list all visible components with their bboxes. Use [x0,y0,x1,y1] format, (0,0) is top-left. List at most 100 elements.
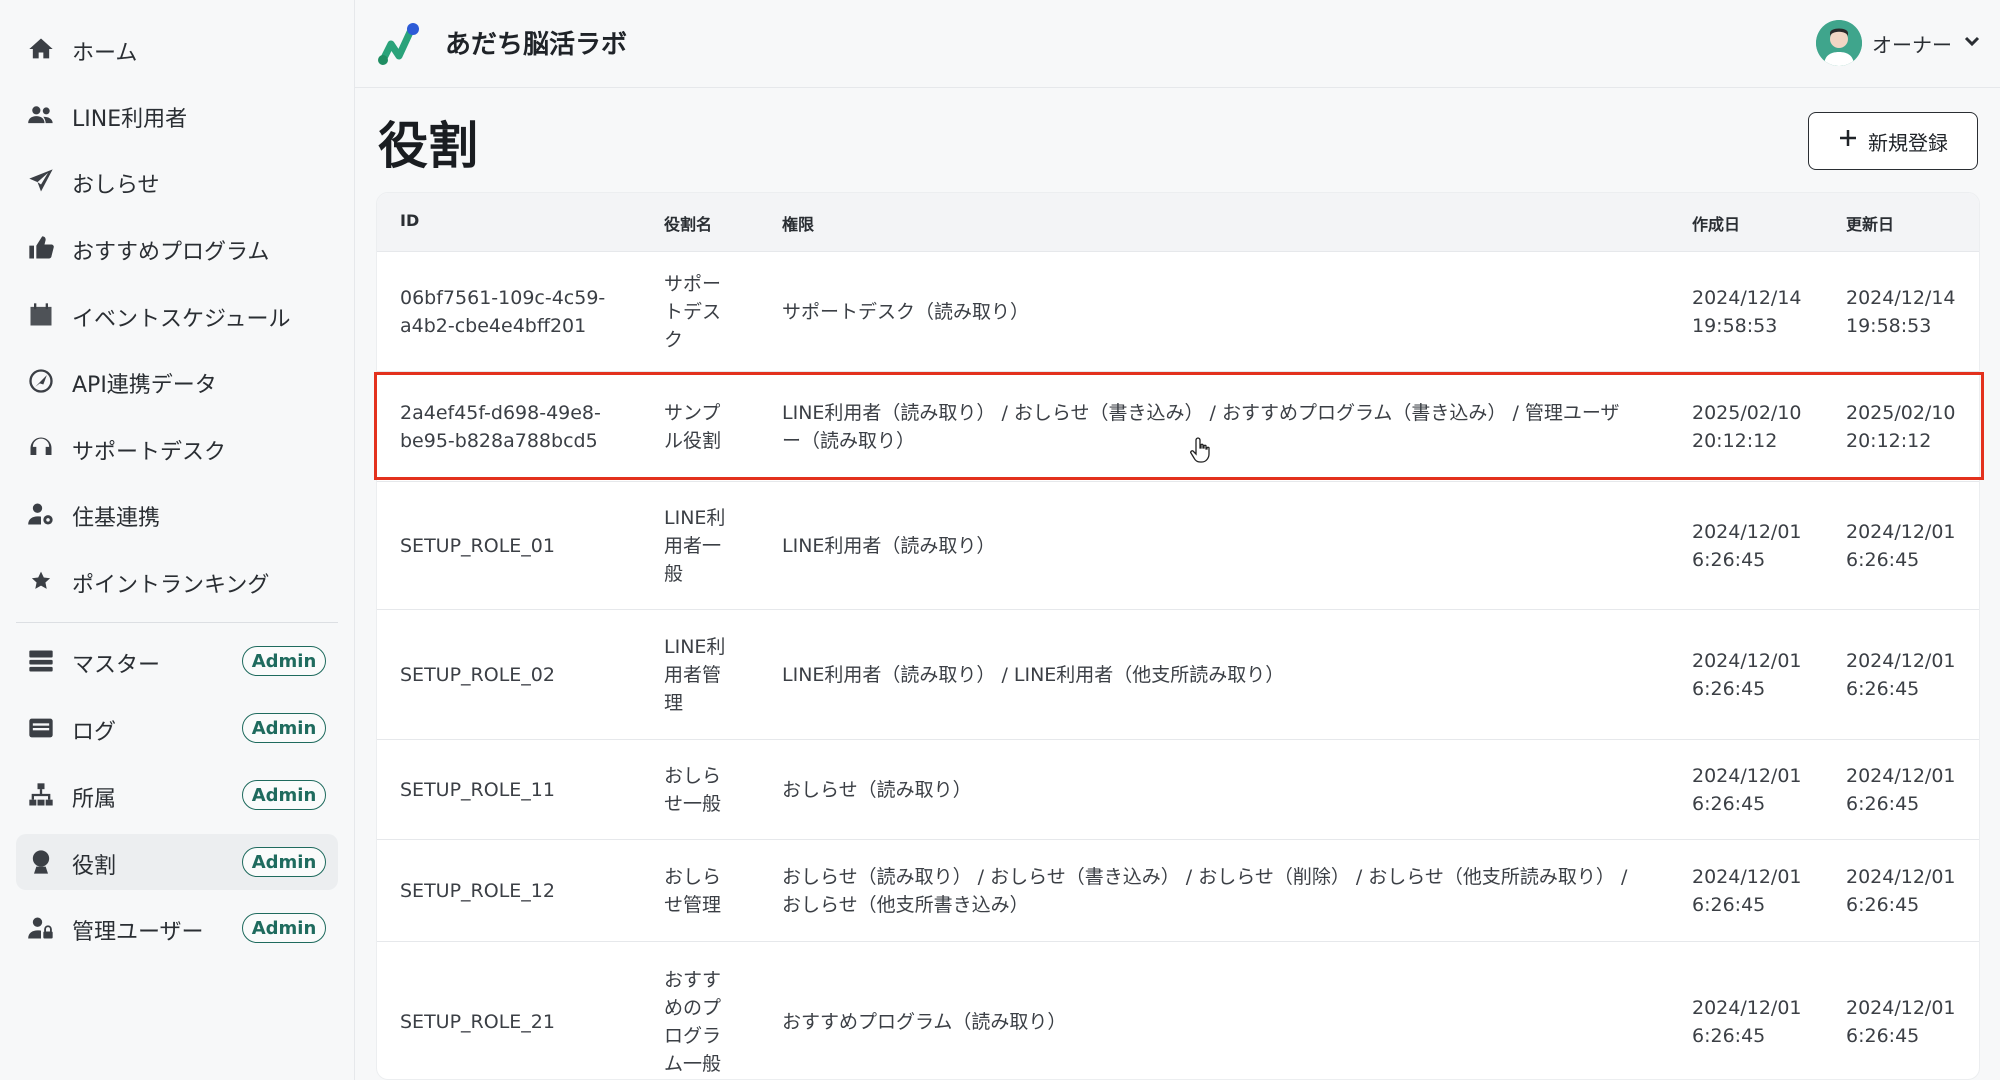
admin-badge: Admin [242,847,326,877]
sidebar-item-roles[interactable]: 役割 Admin [16,834,338,890]
cell-updated-text: 2025/02/10 20:12:12 [1846,402,1956,452]
cell-permissions-text: LINE利用者（読み取り） / LINE利用者（他支所読み取り） [782,664,1285,686]
sidebar-item-resident-link[interactable]: 住基連携 [16,486,338,542]
api-icon [26,366,56,396]
sidebar-item-label: イベントスケジュール [72,307,291,332]
cell-role-name: おすす めのプ ログラ ム一般 [664,942,764,1079]
sidebar-item-affiliation[interactable]: 所属 Admin [16,767,338,823]
admin-badge: Admin [242,913,326,943]
database-icon [26,646,56,676]
cell-updated-text: 2024/12/01 6:26:45 [1846,650,1956,700]
cell-created: 2024/12/14 19:58:53 [1692,252,1832,372]
cell-created-text: 2024/12/14 19:58:53 [1692,287,1802,337]
sidebar-item-label: ログ [72,720,117,745]
avatar [1816,20,1862,66]
cell-role-name-text: サンプ ル役割 [664,402,722,452]
cell-created: 2024/12/01 6:26:45 [1692,610,1832,740]
cell-created: 2024/12/01 6:26:45 [1692,740,1832,840]
cell-role-name-text: おすす めのプ ログラ ム一般 [664,969,722,1075]
cell-role-name: おしら せ管理 [664,840,764,942]
star-icon [26,566,56,596]
cell-permissions: おしらせ（読み取り） / おしらせ（書き込み） / おしらせ（削除） / おしら… [782,840,1662,942]
cell-role-name: LINE利 用者一 般 [664,482,764,610]
cell-updated-text: 2024/12/01 6:26:45 [1846,521,1956,571]
cell-created-text: 2024/12/01 6:26:45 [1692,997,1802,1047]
cell-updated-text: 2024/12/01 6:26:45 [1846,765,1956,815]
admin-badge: Admin [242,780,326,810]
plus-icon [1838,128,1858,154]
cell-id: 2a4ef45f-d698-49e8- be95-b828a788bcd5 [400,372,640,482]
table-row[interactable]: SETUP_ROLE_11 おしら せ一般 おしらせ（読み取り） 2024/12/01… [377,739,1979,839]
cell-created-text: 2024/12/01 6:26:45 [1692,521,1802,571]
sidebar-item-admin-users[interactable]: 管理ユーザー Admin [16,900,338,956]
table-header: ID 役割名 権限 作成日 更新日 [377,193,1979,251]
app-logo[interactable] [375,20,423,68]
cell-id-text: SETUP_ROLE_02 [400,664,555,686]
cell-id: SETUP_ROLE_11 [400,740,640,840]
column-header-id[interactable]: ID [400,211,419,230]
sidebar-item-label: 管理ユーザー [72,920,204,945]
cell-id: 06bf7561-109c-4c59- a4b2-cbe4e4bff201 [400,252,640,372]
cell-role-name-text: LINE利 用者管 理 [664,636,726,714]
sidebar-item-notices[interactable]: おしらせ [16,153,338,209]
cell-updated: 2024/12/01 6:26:45 [1846,740,1976,840]
table-row[interactable]: SETUP_ROLE_01 LINE利 用者一 般 LINE利用者（読み取り） 202… [377,481,1979,609]
app-title: あだち脳活ラボ [445,30,628,60]
cell-role-name-text: サポー トデス ク [664,273,722,351]
sidebar-item-log[interactable]: ログ Admin [16,700,338,756]
sidebar-item-support[interactable]: サポートデスク [16,420,338,476]
cell-role-name: LINE利 用者管 理 [664,610,764,740]
sidebar-item-recommended[interactable]: おすすめプログラム [16,220,338,276]
user-menu[interactable]: オーナー [1816,20,1982,66]
column-header-permissions[interactable]: 権限 [782,211,814,235]
sidebar-item-line-users[interactable]: LINE利用者 [16,87,338,143]
table-row[interactable]: SETUP_ROLE_02 LINE利 用者管 理 LINE利用者（読み取り） / … [377,609,1979,739]
new-register-label: 新規登録 [1868,132,1948,155]
table-row[interactable]: SETUP_ROLE_21 おすす めのプ ログラ ム一般 おすすめプログラム（読み… [377,941,1979,1079]
sidebar-item-label: LINE利用者 [72,107,188,132]
table-row[interactable]: 06bf7561-109c-4c59- a4b2-cbe4e4bff201 サポー… [377,251,1979,371]
cell-permissions-text: サポートデスク（読み取り） [782,301,1030,323]
cell-created: 2025/02/10 20:12:12 [1692,372,1832,482]
sidebar-item-master[interactable]: マスター Admin [16,633,338,689]
cell-role-name: サポー トデス ク [664,252,764,372]
cell-updated: 2024/12/14 19:58:53 [1846,252,1976,372]
cell-updated: 2024/12/01 6:26:45 [1846,840,1976,942]
cell-updated-text: 2024/12/01 6:26:45 [1846,997,1956,1047]
sidebar-item-label: API連携データ [72,373,217,398]
sidebar-item-label: ポイントランキング [72,573,270,598]
cell-created-text: 2024/12/01 6:26:45 [1692,765,1802,815]
cell-permissions: LINE利用者（読み取り） / おしらせ（書き込み） / おすすめプログラム（書… [782,372,1662,482]
table-row[interactable]: 2a4ef45f-d698-49e8- be95-b828a788bcd5 サンプ… [377,371,1979,481]
cell-role-name-text: LINE利 用者一 般 [664,507,726,585]
cell-id-text: SETUP_ROLE_01 [400,535,555,557]
column-header-updated[interactable]: 更新日 [1846,211,1894,235]
cell-updated: 2024/12/01 6:26:45 [1846,942,1976,1079]
home-icon [26,34,56,64]
cell-permissions-text: LINE利用者（読み取り） [782,535,996,557]
sidebar-item-api[interactable]: API連携データ [16,353,338,409]
sidebar-item-home[interactable]: ホーム [16,21,338,77]
cell-id-text: 2a4ef45f-d698-49e8- be95-b828a788bcd5 [400,402,601,452]
cell-id-text: SETUP_ROLE_11 [400,779,555,801]
table-row[interactable]: SETUP_ROLE_12 おしら せ管理 おしらせ（読み取り） / おしらせ（書き… [377,839,1979,941]
cell-id-text: 06bf7561-109c-4c59- a4b2-cbe4e4bff201 [400,287,606,337]
column-header-created[interactable]: 作成日 [1692,211,1740,235]
cell-id: SETUP_ROLE_21 [400,942,640,1079]
sidebar-divider [16,622,338,623]
column-header-role-name[interactable]: 役割名 [664,211,712,235]
sidebar-item-ranking[interactable]: ポイントランキング [16,553,338,609]
sidebar-item-events[interactable]: イベントスケジュール [16,287,338,343]
cell-created-text: 2024/12/01 6:26:45 [1692,650,1802,700]
thumbs-up-icon [26,233,56,263]
admin-badge: Admin [242,646,326,676]
paper-plane-icon [26,166,56,196]
cell-id-text: SETUP_ROLE_21 [400,1011,555,1033]
cell-created: 2024/12/01 6:26:45 [1692,942,1832,1079]
new-register-button[interactable]: 新規登録 [1808,112,1978,170]
cell-role-name-text: おしら せ管理 [664,866,722,916]
org-chart-icon [26,780,56,810]
cell-created: 2024/12/01 6:26:45 [1692,482,1832,610]
cell-permissions: おしらせ（読み取り） [782,740,1662,840]
sidebar-item-label: おしらせ [72,173,160,198]
